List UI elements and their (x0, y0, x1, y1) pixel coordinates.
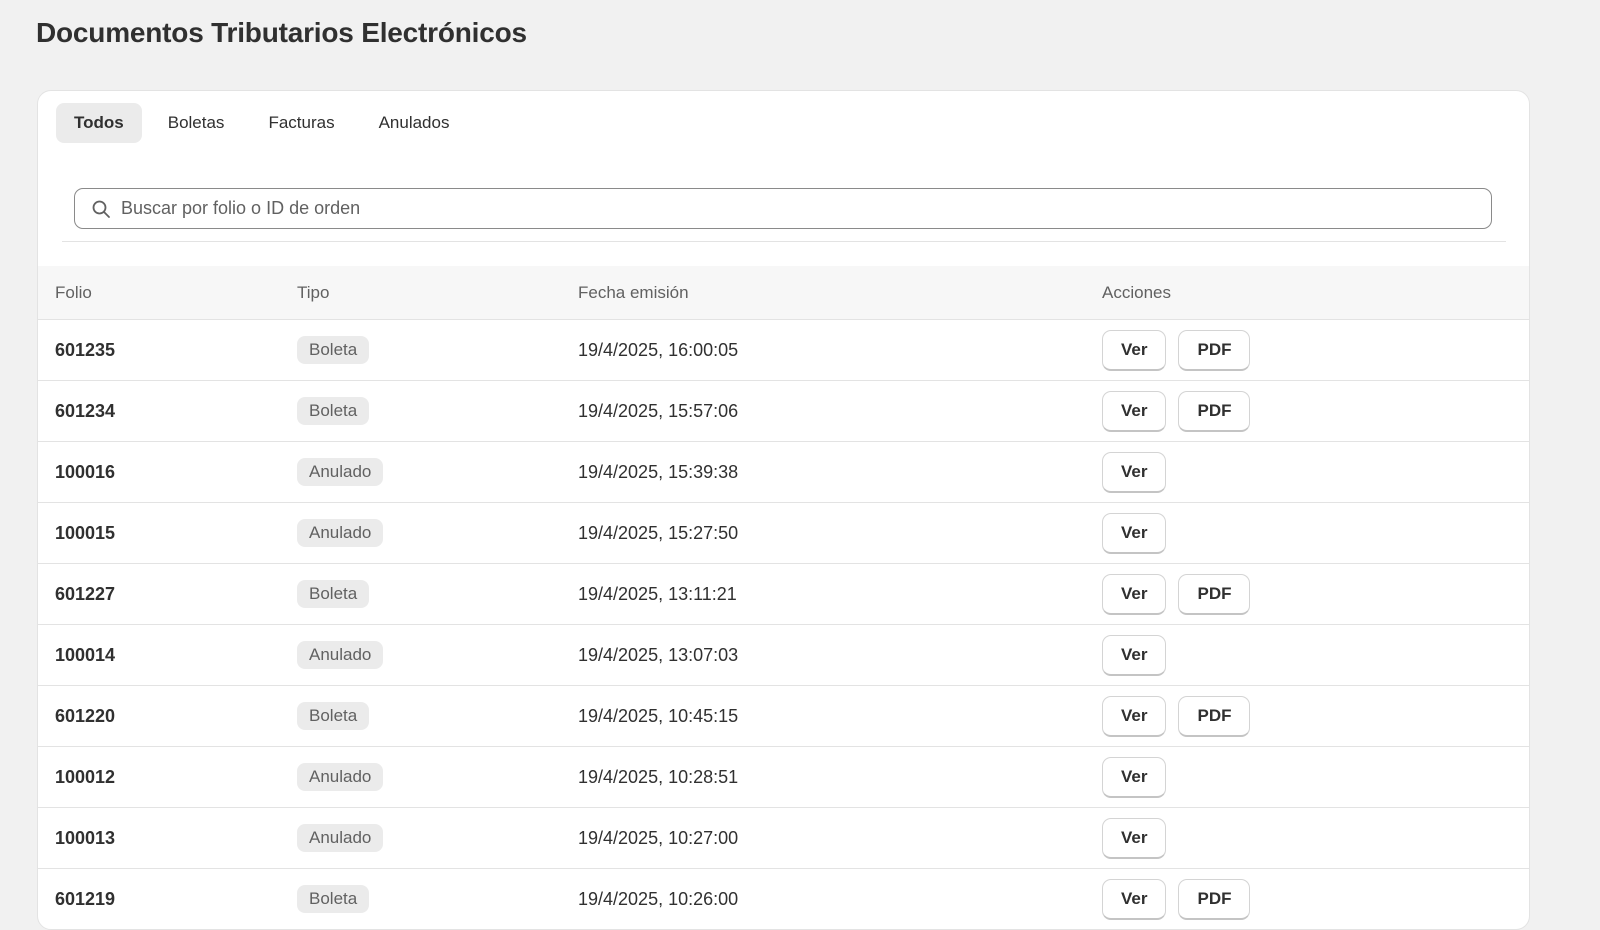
ver-button[interactable]: Ver (1102, 634, 1167, 676)
tipo-cell: Boleta (297, 686, 370, 746)
table-row: 100014 Anulado 19/4/2025, 13:07:03 Ver (38, 625, 1529, 686)
pdf-button[interactable]: PDF (1178, 329, 1251, 371)
ver-button[interactable]: Ver (1102, 329, 1167, 371)
actions-cell: Ver (1102, 503, 1167, 563)
type-badge: Boleta (297, 580, 370, 608)
tipo-cell: Boleta (297, 381, 370, 441)
tipo-cell: Anulado (297, 747, 384, 807)
header-acciones: Acciones (1102, 283, 1171, 302)
actions-cell: Ver (1102, 625, 1167, 685)
actions-cell: Ver PDF (1102, 869, 1251, 929)
table-row: 100013 Anulado 19/4/2025, 10:27:00 Ver (38, 808, 1529, 869)
fecha-cell: 19/4/2025, 15:57:06 (578, 400, 739, 421)
actions-cell: Ver (1102, 747, 1167, 807)
fecha-cell: 19/4/2025, 16:00:05 (578, 339, 739, 360)
type-badge: Boleta (297, 336, 370, 364)
tab-anulados[interactable]: Anulados (361, 103, 468, 143)
fecha-cell: 19/4/2025, 13:11:21 (578, 583, 737, 604)
folio-cell: 601220 (55, 705, 116, 726)
folio-cell: 100016 (55, 461, 116, 482)
folio-cell: 601219 (55, 888, 116, 909)
type-badge: Anulado (297, 763, 384, 791)
fecha-cell: 19/4/2025, 10:28:51 (578, 766, 739, 787)
ver-button[interactable]: Ver (1102, 512, 1167, 554)
type-badge: Anulado (297, 519, 384, 547)
folio-cell: 601234 (55, 400, 116, 421)
type-badge: Boleta (297, 702, 370, 730)
fecha-cell: 19/4/2025, 15:27:50 (578, 522, 739, 543)
table-body: 601235 Boleta 19/4/2025, 16:00:05 Ver PDF 601… (38, 320, 1529, 929)
search-field[interactable] (74, 188, 1492, 229)
pdf-button[interactable]: PDF (1178, 878, 1251, 920)
table-row: 100015 Anulado 19/4/2025, 15:27:50 Ver (38, 503, 1529, 564)
actions-cell: Ver PDF (1102, 381, 1251, 441)
divider (62, 241, 1506, 242)
table-row: 601235 Boleta 19/4/2025, 16:00:05 Ver PDF (38, 320, 1529, 381)
actions-cell: Ver (1102, 442, 1167, 502)
fecha-cell: 19/4/2025, 15:39:38 (578, 461, 739, 482)
search-icon (91, 199, 111, 219)
folio-cell: 100013 (55, 827, 116, 848)
ver-button[interactable]: Ver (1102, 451, 1167, 493)
actions-cell: Ver (1102, 808, 1167, 868)
tipo-cell: Anulado (297, 808, 384, 868)
ver-button[interactable]: Ver (1102, 756, 1167, 798)
table-row: 601220 Boleta 19/4/2025, 10:45:15 Ver PDF (38, 686, 1529, 747)
folio-cell: 100012 (55, 766, 116, 787)
type-badge: Anulado (297, 641, 384, 669)
tab-boletas[interactable]: Boletas (150, 103, 243, 143)
documents-card: TodosBoletasFacturasAnulados Folio Tipo … (37, 90, 1530, 930)
type-badge: Anulado (297, 824, 384, 852)
folio-cell: 100014 (55, 644, 116, 665)
folio-cell: 601227 (55, 583, 116, 604)
actions-cell: Ver PDF (1102, 564, 1251, 624)
tipo-cell: Anulado (297, 625, 384, 685)
folio-cell: 601235 (55, 339, 116, 360)
table-row: 601227 Boleta 19/4/2025, 13:11:21 Ver PDF (38, 564, 1529, 625)
ver-button[interactable]: Ver (1102, 573, 1167, 615)
header-fecha: Fecha emisión (578, 283, 689, 302)
tipo-cell: Anulado (297, 442, 384, 502)
ver-button[interactable]: Ver (1102, 878, 1167, 920)
search-input[interactable] (121, 198, 1491, 219)
table-row: 100012 Anulado 19/4/2025, 10:28:51 Ver (38, 747, 1529, 808)
table-header: Folio Tipo Fecha emisión Acciones (38, 266, 1529, 320)
actions-cell: Ver PDF (1102, 686, 1251, 746)
tipo-cell: Boleta (297, 869, 370, 929)
table-row: 100016 Anulado 19/4/2025, 15:39:38 Ver (38, 442, 1529, 503)
ver-button[interactable]: Ver (1102, 695, 1167, 737)
ver-button[interactable]: Ver (1102, 817, 1167, 859)
folio-cell: 100015 (55, 522, 116, 543)
tipo-cell: Anulado (297, 503, 384, 563)
fecha-cell: 19/4/2025, 10:27:00 (578, 827, 739, 848)
header-tipo: Tipo (297, 283, 330, 302)
type-badge: Boleta (297, 397, 370, 425)
header-folio: Folio (55, 283, 92, 302)
pdf-button[interactable]: PDF (1178, 390, 1251, 432)
filter-tabs: Todos Boletas Facturas Anulados (56, 103, 467, 143)
tab-facturas[interactable]: Facturas (250, 103, 352, 143)
pdf-button[interactable]: PDF (1178, 573, 1251, 615)
tab-todos[interactable]: Todos (56, 103, 142, 143)
fecha-cell: 19/4/2025, 10:45:15 (578, 705, 739, 726)
fecha-cell: 19/4/2025, 10:26:00 (578, 888, 739, 909)
table-row: 601234 Boleta 19/4/2025, 15:57:06 Ver PDF (38, 381, 1529, 442)
ver-button[interactable]: Ver (1102, 390, 1167, 432)
page-title: Documentos Tributarios Electrónicos (36, 17, 527, 48)
tipo-cell: Boleta (297, 320, 370, 380)
type-badge: Boleta (297, 885, 370, 913)
pdf-button[interactable]: PDF (1178, 695, 1251, 737)
tipo-cell: Boleta (297, 564, 370, 624)
fecha-cell: 19/4/2025, 13:07:03 (578, 644, 739, 665)
type-badge: Anulado (297, 458, 384, 486)
actions-cell: Ver PDF (1102, 320, 1251, 380)
